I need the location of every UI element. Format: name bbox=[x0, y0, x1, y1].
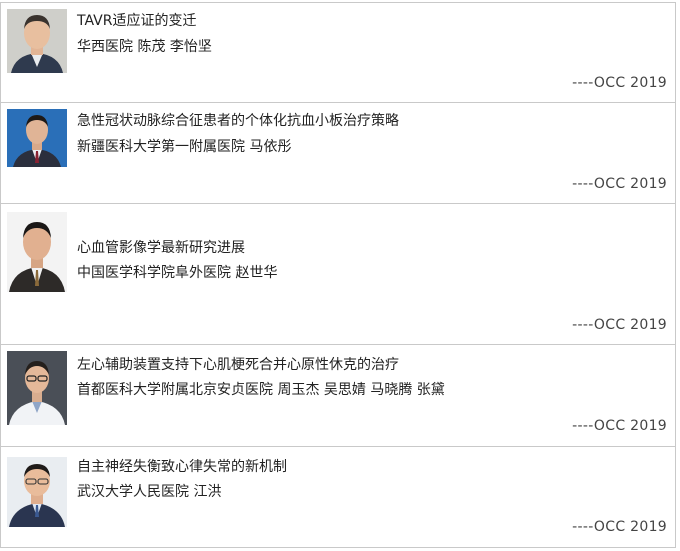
article-authors: 华西医院 陈茂 李怡坚 bbox=[77, 39, 212, 55]
article-title[interactable]: 自主神经失衡致心律失常的新机制 bbox=[77, 458, 287, 476]
article-source: ----OCC 2019 bbox=[572, 317, 667, 333]
article-card[interactable]: 自主神经失衡致心律失常的新机制 武汉大学人民医院 江洪 ----OCC 2019 bbox=[0, 446, 676, 548]
article-source: ----OCC 2019 bbox=[572, 418, 667, 434]
doctor-portrait-icon bbox=[7, 9, 67, 73]
author-photo bbox=[7, 9, 67, 73]
article-source: ----OCC 2019 bbox=[572, 75, 667, 91]
article-title[interactable]: 急性冠状动脉综合征患者的个体化抗血小板治疗策略 bbox=[77, 112, 399, 130]
author-photo bbox=[7, 212, 67, 292]
doctor-portrait-icon bbox=[7, 457, 67, 527]
article-authors: 武汉大学人民医院 江洪 bbox=[77, 484, 222, 500]
doctor-portrait-icon bbox=[7, 212, 67, 292]
doctor-portrait-icon bbox=[7, 109, 67, 167]
article-authors: 新疆医科大学第一附属医院 马依彤 bbox=[77, 139, 292, 155]
article-title[interactable]: 心血管影像学最新研究进展 bbox=[77, 239, 245, 257]
article-card[interactable]: 急性冠状动脉综合征患者的个体化抗血小板治疗策略 新疆医科大学第一附属医院 马依彤… bbox=[0, 102, 676, 204]
author-photo bbox=[7, 351, 67, 425]
author-photo bbox=[7, 109, 67, 167]
article-title[interactable]: 左心辅助装置支持下心肌梗死合并心原性休克的治疗 bbox=[77, 356, 399, 374]
doctor-portrait-icon bbox=[7, 351, 67, 425]
author-photo bbox=[7, 457, 67, 527]
article-title[interactable]: TAVR适应证的变迁 bbox=[77, 12, 196, 30]
article-card[interactable]: 左心辅助装置支持下心肌梗死合并心原性休克的治疗 首都医科大学附属北京安贞医院 周… bbox=[0, 344, 676, 447]
article-source: ----OCC 2019 bbox=[572, 176, 667, 192]
article-card[interactable]: 心血管影像学最新研究进展 中国医学科学院阜外医院 赵世华 ----OCC 201… bbox=[0, 203, 676, 345]
article-source: ----OCC 2019 bbox=[572, 519, 667, 535]
article-authors: 首都医科大学附属北京安贞医院 周玉杰 吴思婧 马晓腾 张黛 bbox=[77, 382, 445, 398]
article-card[interactable]: TAVR适应证的变迁 华西医院 陈茂 李怡坚 ----OCC 2019 bbox=[0, 2, 676, 103]
article-authors: 中国医学科学院阜外医院 赵世华 bbox=[77, 265, 278, 281]
